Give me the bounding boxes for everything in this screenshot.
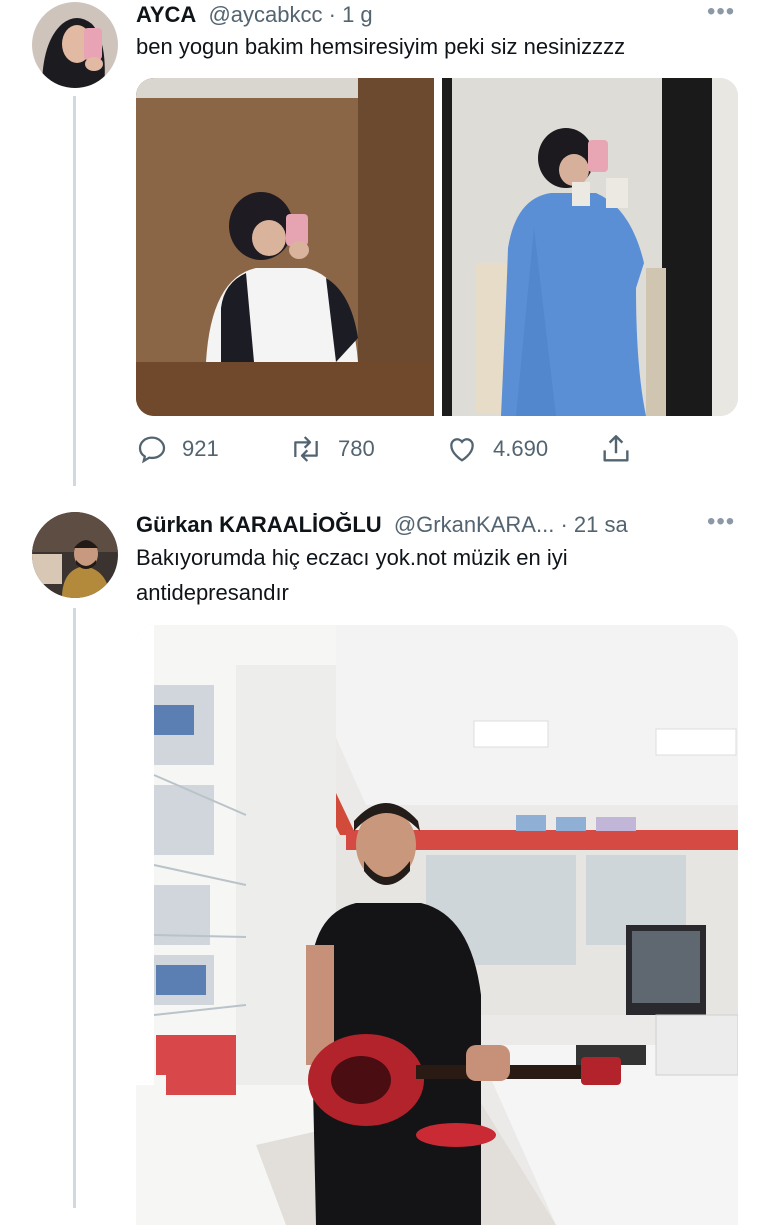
share-button[interactable] [599, 432, 633, 466]
photo-blue-gown[interactable] [442, 78, 738, 416]
reply-count: 921 [182, 436, 219, 461]
tweet-header: Gürkan KARAALİOĞLU @GrkanKARA... · 21 sa [136, 512, 628, 538]
like-button[interactable]: 4.690 [445, 433, 548, 465]
retweet-count: 780 [338, 436, 375, 461]
author-handle[interactable]: @aycabkcc [208, 2, 322, 27]
retweet-button[interactable]: 780 [288, 433, 375, 465]
author-handle[interactable]: @GrkanKARA... [394, 512, 555, 537]
tweet-text-line-2: antidepresandır [136, 580, 289, 605]
reply-button[interactable]: 921 [136, 433, 219, 465]
tweet-header: AYCA @aycabkcc · 1 g [136, 2, 373, 28]
photo-white-uniform[interactable] [136, 78, 434, 416]
tweet-actions: 921 780 4.690 [136, 432, 636, 466]
share-icon [603, 435, 629, 462]
tweet-time[interactable]: · 21 sa [560, 512, 627, 537]
tweet-media[interactable] [136, 625, 738, 1225]
tweet-text-line-1: Bakıyorumda hiç eczacı yok.not müzik en … [136, 545, 568, 570]
tweet-media[interactable] [136, 78, 738, 416]
like-count: 4.690 [493, 436, 549, 461]
reply-icon [138, 436, 166, 464]
avatar-gurkan[interactable] [32, 512, 118, 598]
like-icon [450, 438, 474, 462]
retweet-icon [294, 436, 318, 462]
photo-pharmacy-guitar[interactable] [136, 625, 738, 1225]
tweet-text: ben yogun bakim hemsiresiyim peki siz ne… [136, 34, 626, 59]
more-icon[interactable]: ••• [707, 0, 735, 26]
more-icon[interactable]: ••• [707, 508, 735, 536]
tweet-gurkan[interactable]: Gürkan KARAALİOĞLU @GrkanKARA... · 21 sa… [0, 490, 771, 1225]
author-name[interactable]: Gürkan KARAALİOĞLU [136, 512, 382, 537]
thread-line [73, 608, 76, 1208]
tweet-time[interactable]: · 1 g [329, 2, 373, 27]
author-name[interactable]: AYCA [136, 2, 196, 27]
thread-line [73, 96, 76, 486]
tweet-ayca[interactable]: AYCA @aycabkcc · 1 g ••• ben yogun bakim… [0, 0, 771, 490]
avatar-ayca[interactable] [32, 2, 118, 88]
